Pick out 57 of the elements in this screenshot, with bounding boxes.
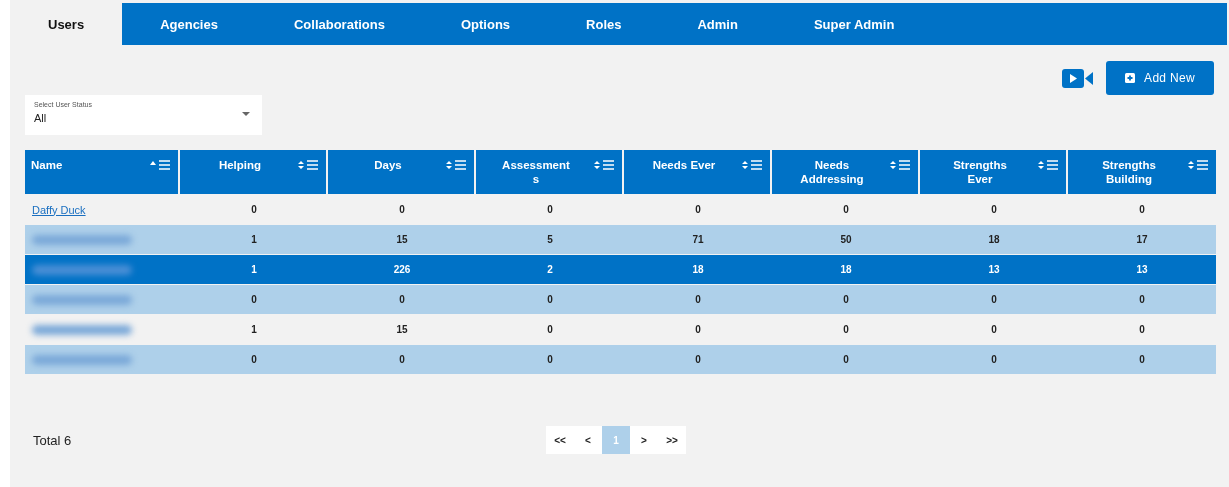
- sort-icon[interactable]: [742, 161, 748, 169]
- table-cell: 0: [624, 285, 772, 315]
- menu-icon[interactable]: [1197, 160, 1208, 170]
- table-cell: 15: [328, 225, 476, 255]
- table-cell: 0: [772, 285, 920, 315]
- add-new-button[interactable]: Add New: [1106, 61, 1214, 95]
- column-header[interactable]: Strengths Ever: [920, 150, 1068, 195]
- column-header[interactable]: Days: [328, 150, 476, 195]
- column-header[interactable]: Helping: [180, 150, 328, 195]
- table-cell: 13: [920, 255, 1068, 285]
- table-cell: 0: [328, 345, 476, 375]
- table-cell: 5: [476, 225, 624, 255]
- table-cell: 71: [624, 225, 772, 255]
- table-cell: 0: [476, 345, 624, 375]
- menu-icon[interactable]: [455, 160, 466, 170]
- table-cell: 0: [1068, 345, 1216, 375]
- table-cell: 0: [328, 285, 476, 315]
- table-cell: 0: [476, 285, 624, 315]
- sort-icon[interactable]: [1038, 161, 1044, 169]
- video-camera-icon[interactable]: [1062, 68, 1093, 88]
- menu-icon[interactable]: [1047, 160, 1058, 170]
- menu-icon[interactable]: [603, 160, 614, 170]
- table-cell: 0: [180, 285, 328, 315]
- table-cell: 226: [328, 255, 476, 285]
- table-cell: 0: [920, 285, 1068, 315]
- table-cell: 0: [920, 345, 1068, 375]
- menu-icon[interactable]: [751, 160, 762, 170]
- column-header[interactable]: Strengths Building: [1068, 150, 1216, 195]
- table-cell: 0: [180, 345, 328, 375]
- table-cell: 18: [920, 225, 1068, 255]
- sort-icon[interactable]: [594, 161, 600, 169]
- sort-icon[interactable]: [298, 161, 304, 169]
- total-count: Total 6: [33, 432, 73, 448]
- menu-icon[interactable]: [899, 160, 910, 170]
- sort-icon[interactable]: [1188, 161, 1194, 169]
- column-header[interactable]: Name: [25, 150, 180, 195]
- table-cell: 1: [180, 255, 328, 285]
- table-cell: 1: [180, 225, 328, 255]
- table-cell: 13: [1068, 255, 1216, 285]
- dropdown-caret-icon: [242, 112, 250, 116]
- column-header[interactable]: Needs Ever: [624, 150, 772, 195]
- table-cell: 2: [476, 255, 624, 285]
- menu-icon[interactable]: [159, 160, 170, 170]
- table-cell: 0: [624, 345, 772, 375]
- column-header[interactable]: Assessment s: [476, 150, 624, 195]
- menu-icon[interactable]: [307, 160, 318, 170]
- table-cell: 17: [1068, 225, 1216, 255]
- column-header[interactable]: Needs Addressing: [772, 150, 920, 195]
- sort-icon[interactable]: [446, 161, 452, 169]
- table-cell: 50: [772, 225, 920, 255]
- plus-square-icon: [1125, 73, 1136, 83]
- table-cell: 18: [772, 255, 920, 285]
- sort-icon[interactable]: [890, 161, 896, 169]
- table-cell: 18: [624, 255, 772, 285]
- table-cell: 0: [772, 345, 920, 375]
- user-name-link[interactable]: Daffy Duck: [32, 203, 86, 216]
- table-cell: 0: [1068, 285, 1216, 315]
